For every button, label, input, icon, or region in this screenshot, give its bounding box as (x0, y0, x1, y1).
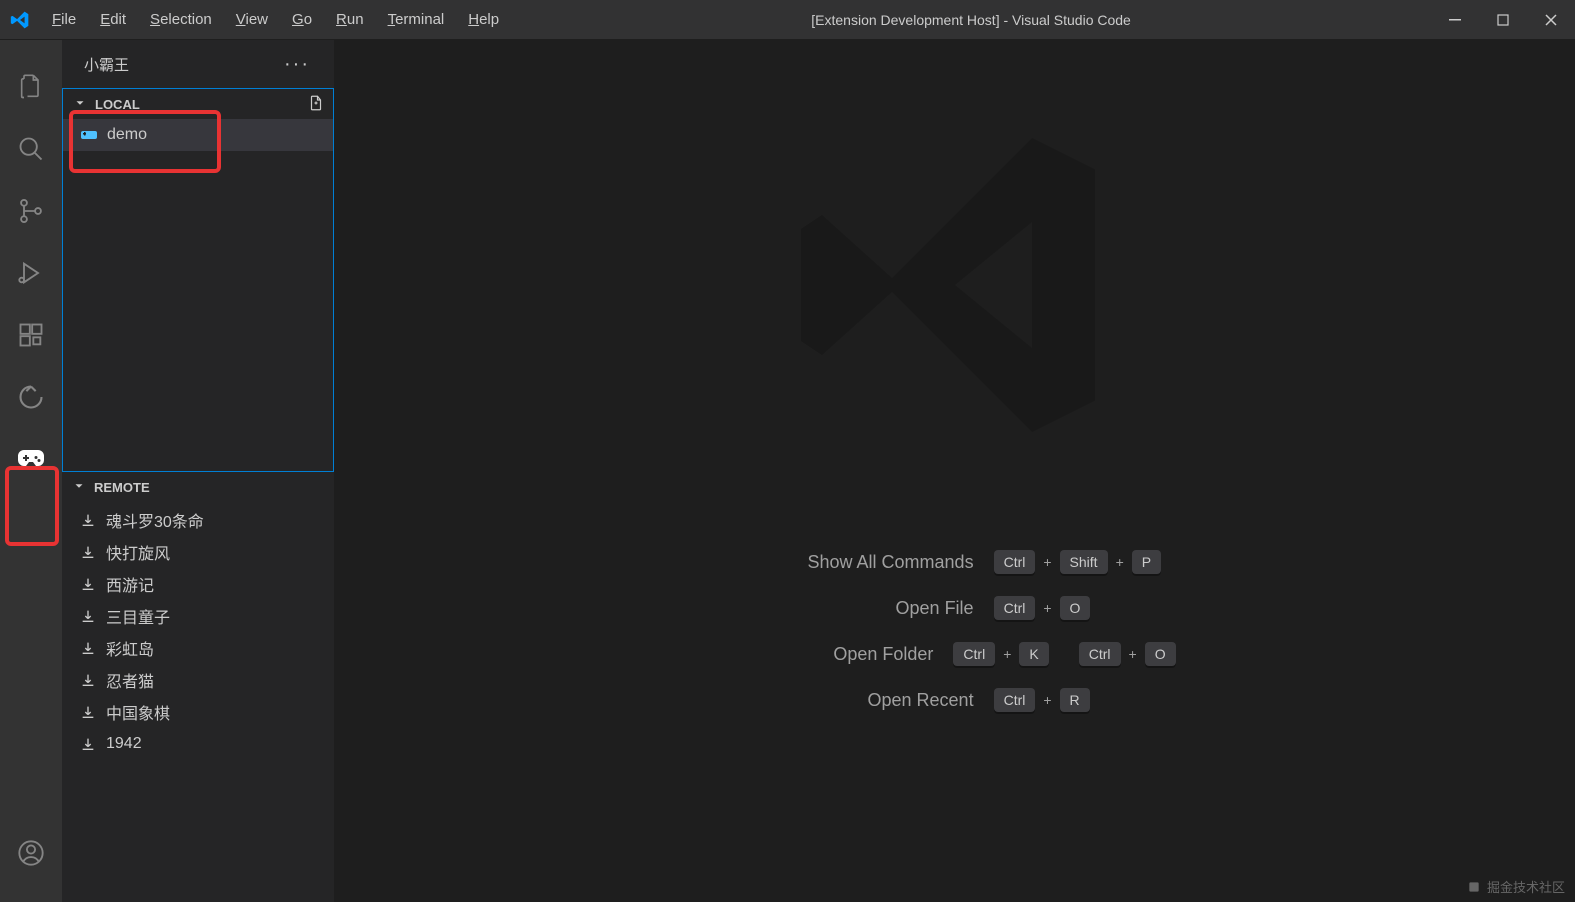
download-icon (78, 702, 98, 722)
local-item-demo[interactable]: demo (63, 119, 333, 151)
key: Ctrl (994, 596, 1036, 620)
tree-item-label: 忍者猫 (106, 668, 154, 692)
key: R (1060, 688, 1090, 712)
tree-item-label: 中国象棋 (106, 700, 170, 724)
activity-source-control[interactable] (0, 180, 62, 242)
key: Ctrl (994, 550, 1036, 574)
menu-terminal[interactable]: Terminal (376, 5, 457, 34)
shortcut-row: Open Recent Ctrl+R (733, 688, 1175, 712)
maximize-button[interactable] (1479, 0, 1527, 40)
download-icon (78, 574, 98, 594)
tree-item-label: 西游记 (106, 572, 154, 596)
activity-bar (0, 40, 62, 902)
activity-extensions[interactable] (0, 304, 62, 366)
chevron-down-icon (72, 479, 86, 496)
download-icon (78, 606, 98, 626)
tree-item-label: 快打旋风 (106, 540, 170, 564)
shortcut-label: Open Folder (733, 644, 933, 665)
download-icon (78, 734, 98, 754)
key: K (1019, 642, 1048, 666)
key: P (1132, 550, 1161, 574)
menu-run[interactable]: Run (324, 5, 376, 34)
menu-view[interactable]: View (224, 5, 280, 34)
shortcut-label: Open Recent (774, 690, 974, 711)
key: O (1145, 642, 1176, 666)
shortcut-keys: Ctrl+R (994, 688, 1176, 712)
shortcut-keys: Ctrl+O (994, 596, 1176, 620)
key: Ctrl (1079, 642, 1121, 666)
download-icon (78, 542, 98, 562)
new-file-icon[interactable] (307, 94, 325, 115)
activity-explorer[interactable] (0, 56, 62, 118)
remote-item[interactable]: 中国象棋 (62, 696, 334, 728)
remote-item[interactable]: 忍者猫 (62, 664, 334, 696)
key: Ctrl (994, 688, 1036, 712)
download-icon (78, 510, 98, 530)
menubar: File Edit Selection View Go Run Terminal… (40, 5, 511, 34)
local-section: LOCAL demo (62, 88, 334, 472)
sidebar: 小霸王 ··· LOCAL demo (62, 40, 334, 902)
vscode-logo-icon (0, 10, 40, 30)
footer-watermark: 掘金技术社区 (1467, 877, 1565, 896)
tree-item-label: 1942 (106, 735, 142, 753)
more-actions-icon[interactable]: ··· (284, 53, 310, 76)
local-section-header[interactable]: LOCAL (63, 89, 333, 119)
titlebar: File Edit Selection View Go Run Terminal… (0, 0, 1575, 40)
menu-file[interactable]: File (40, 5, 88, 34)
chevron-down-icon (73, 96, 87, 113)
download-icon (78, 670, 98, 690)
sidebar-header: 小霸王 ··· (62, 40, 334, 88)
remote-section: REMOTE 魂斗罗30条命快打旋风西游记三目童子彩虹岛忍者猫中国象棋 1942 (62, 472, 334, 902)
editor-area: Show All Commands Ctrl+Shift+P Open File Ct… (334, 40, 1575, 902)
menu-edit[interactable]: Edit (88, 5, 138, 34)
sidebar-title: 小霸王 (84, 54, 129, 75)
window-title: [Extension Development Host] - Visual St… (511, 12, 1431, 28)
tree-item-label: 彩虹岛 (106, 636, 154, 660)
shortcut-label: Open File (774, 598, 974, 619)
tree-item-label: demo (107, 126, 147, 144)
remote-item[interactable]: 1942 (62, 728, 334, 760)
shortcut-keys: Ctrl+KCtrl+O (953, 642, 1175, 666)
shortcut-keys: Ctrl+Shift+P (994, 550, 1176, 574)
game-file-icon (79, 125, 99, 145)
menu-help[interactable]: Help (456, 5, 511, 34)
shortcut-row: Open File Ctrl+O (733, 596, 1175, 620)
activity-account[interactable] (0, 822, 62, 884)
tree-item-label: 魂斗罗30条命 (106, 508, 204, 532)
key: Ctrl (953, 642, 995, 666)
minimize-button[interactable] (1431, 0, 1479, 40)
close-button[interactable] (1527, 0, 1575, 40)
key: O (1060, 596, 1091, 620)
shortcut-row: Open FolderCtrl+KCtrl+O (733, 642, 1175, 666)
activity-gamepad[interactable] (0, 428, 62, 490)
menu-go[interactable]: Go (280, 5, 324, 34)
remote-item[interactable]: 快打旋风 (62, 536, 334, 568)
remote-item[interactable]: 三目童子 (62, 600, 334, 632)
vscode-watermark-icon (780, 110, 1130, 460)
shortcut-label: Show All Commands (774, 552, 974, 573)
remote-item[interactable]: 西游记 (62, 568, 334, 600)
menu-selection[interactable]: Selection (138, 5, 224, 34)
remote-item[interactable]: 彩虹岛 (62, 632, 334, 664)
key: Shift (1060, 550, 1108, 574)
tree-item-label: 三目童子 (106, 604, 170, 628)
shortcut-row: Show All Commands Ctrl+Shift+P (733, 550, 1175, 574)
activity-run-debug[interactable] (0, 242, 62, 304)
activity-custom-arrow[interactable] (0, 366, 62, 428)
download-icon (78, 638, 98, 658)
activity-search[interactable] (0, 118, 62, 180)
remote-item[interactable]: 魂斗罗30条命 (62, 504, 334, 536)
remote-section-header[interactable]: REMOTE (62, 472, 334, 502)
shortcuts-list: Show All Commands Ctrl+Shift+P Open File Ct… (733, 550, 1175, 712)
window-controls (1431, 0, 1575, 40)
